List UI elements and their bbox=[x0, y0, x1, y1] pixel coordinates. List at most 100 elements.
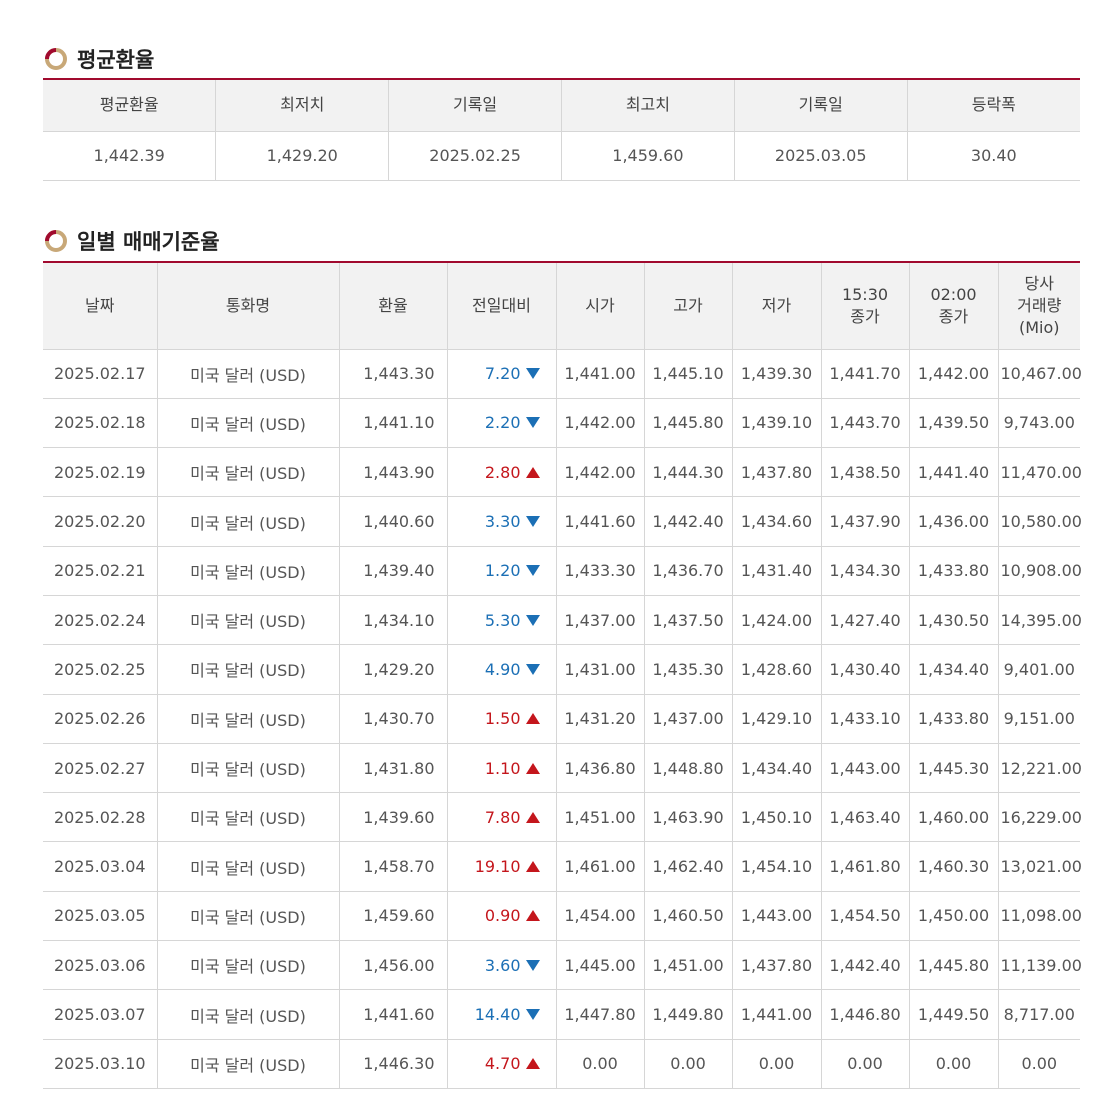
open-cell: 1,441.00 bbox=[556, 349, 645, 399]
table-row: 2025.02.20 미국 달러 (USD) 1,440.60 3.30 1,441.6… bbox=[43, 496, 1082, 547]
table-cell: 1,459.60 bbox=[561, 131, 735, 181]
table-cell: 2025.02.25 bbox=[388, 131, 562, 181]
high-cell: 1,437.00 bbox=[644, 694, 733, 744]
column-header: 저가 bbox=[732, 262, 822, 350]
close1530-cell: 1,454.50 bbox=[821, 891, 910, 942]
up-arrow-icon bbox=[525, 811, 540, 823]
volume-cell: 11,139.00 bbox=[998, 940, 1082, 991]
date-cell: 2025.02.18 bbox=[43, 398, 158, 449]
high-cell: 1,462.40 bbox=[644, 841, 733, 892]
high-cell: 1,442.40 bbox=[644, 496, 733, 547]
average-section-label: 평균환율 bbox=[77, 48, 155, 72]
change-cell: 3.60 bbox=[447, 940, 557, 991]
table-row: 2025.02.24 미국 달러 (USD) 1,434.10 5.30 1,437.0… bbox=[43, 595, 1082, 646]
close1530-cell: 1,442.40 bbox=[821, 940, 910, 991]
currency-cell: 미국 달러 (USD) bbox=[157, 989, 340, 1040]
column-header: 최고치 bbox=[561, 79, 735, 132]
down-arrow-icon bbox=[525, 959, 540, 971]
close0200-cell: 1,460.30 bbox=[909, 841, 999, 892]
change-value: 1.20 bbox=[484, 561, 521, 581]
low-cell: 1,443.00 bbox=[732, 891, 822, 942]
close1530-cell: 1,433.10 bbox=[821, 694, 910, 744]
close1530-cell: 1,446.80 bbox=[821, 989, 910, 1040]
change-value: 19.10 bbox=[474, 857, 521, 877]
currency-cell: 미국 달러 (USD) bbox=[157, 644, 340, 695]
high-cell: 0.00 bbox=[644, 1039, 733, 1089]
low-cell: 1,434.40 bbox=[732, 743, 822, 794]
close0200-cell: 1,430.50 bbox=[909, 595, 999, 646]
rate-cell: 1,434.10 bbox=[339, 595, 448, 646]
table-cell: 1,442.39 bbox=[43, 131, 217, 181]
rate-cell: 1,458.70 bbox=[339, 841, 448, 892]
open-cell: 1,436.80 bbox=[556, 743, 645, 794]
column-header: 시가 bbox=[556, 262, 645, 350]
rate-cell: 1,430.70 bbox=[339, 694, 448, 744]
high-cell: 1,444.30 bbox=[644, 447, 733, 498]
volume-cell: 14,395.00 bbox=[998, 595, 1082, 646]
open-cell: 1,447.80 bbox=[556, 989, 645, 1040]
currency-cell: 미국 달러 (USD) bbox=[157, 694, 340, 744]
high-cell: 1,449.80 bbox=[644, 989, 733, 1040]
currency-cell: 미국 달러 (USD) bbox=[157, 496, 340, 547]
rate-cell: 1,443.30 bbox=[339, 349, 448, 399]
down-arrow-icon bbox=[525, 1009, 540, 1020]
date-cell: 2025.02.28 bbox=[43, 792, 158, 843]
up-arrow-icon bbox=[525, 910, 540, 922]
close0200-cell: 1,445.80 bbox=[909, 940, 999, 991]
high-cell: 1,451.00 bbox=[644, 940, 733, 991]
column-header: 기록일 bbox=[734, 79, 908, 132]
change-value: 1.50 bbox=[484, 709, 521, 729]
change-value: 0.90 bbox=[484, 906, 521, 926]
up-arrow-icon bbox=[525, 762, 540, 774]
volume-cell: 10,908.00 bbox=[998, 546, 1082, 596]
currency-cell: 미국 달러 (USD) bbox=[157, 595, 340, 646]
close0200-cell: 1,449.50 bbox=[909, 989, 999, 1040]
date-cell: 2025.03.06 bbox=[43, 940, 158, 991]
date-cell: 2025.03.10 bbox=[43, 1039, 158, 1089]
rate-cell: 1,440.60 bbox=[339, 496, 448, 547]
close1530-cell: 1,427.40 bbox=[821, 595, 910, 646]
date-cell: 2025.02.24 bbox=[43, 595, 158, 646]
close1530-cell: 1,438.50 bbox=[821, 447, 910, 498]
change-cell: 7.80 bbox=[447, 792, 557, 843]
change-value: 7.80 bbox=[484, 807, 521, 827]
open-cell: 1,445.00 bbox=[556, 940, 645, 991]
volume-cell: 10,580.00 bbox=[998, 496, 1082, 547]
date-cell: 2025.02.27 bbox=[43, 743, 158, 794]
table-cell: 30.40 bbox=[907, 131, 1080, 181]
open-cell: 1,431.00 bbox=[556, 644, 645, 695]
column-header: 날짜 bbox=[43, 262, 158, 350]
rate-cell: 1,446.30 bbox=[339, 1039, 448, 1089]
high-cell: 1,460.50 bbox=[644, 891, 733, 942]
volume-cell: 8,717.00 bbox=[998, 989, 1080, 1040]
table-row: 2025.02.27 미국 달러 (USD) 1,431.80 1.10 1,436.8… bbox=[43, 743, 1082, 794]
date-cell: 2025.02.19 bbox=[43, 447, 158, 498]
average-rate-table: 평균환율 최저치 기록일 최고치 기록일 등락폭 1,442.39 1,429.20 2025… bbox=[43, 78, 1080, 181]
open-cell: 1,461.00 bbox=[556, 841, 645, 892]
table-row: 2025.02.17 미국 달러 (USD) 1,443.30 7.20 1,441.0… bbox=[43, 349, 1082, 399]
open-cell: 1,442.00 bbox=[556, 447, 645, 498]
low-cell: 1,439.10 bbox=[732, 398, 822, 449]
change-cell: 19.10 bbox=[447, 841, 557, 892]
table-row: 2025.03.05 미국 달러 (USD) 1,459.60 0.90 1,454.0… bbox=[43, 891, 1082, 942]
date-cell: 2025.03.05 bbox=[43, 891, 158, 942]
low-cell: 1,437.80 bbox=[732, 940, 822, 991]
low-cell: 1,450.10 bbox=[732, 792, 822, 843]
volume-cell: 9,151.00 bbox=[998, 694, 1080, 744]
change-value: 3.60 bbox=[484, 955, 521, 975]
volume-cell: 16,229.00 bbox=[998, 792, 1082, 843]
high-cell: 1,435.30 bbox=[644, 644, 733, 695]
change-cell: 2.20 bbox=[447, 398, 557, 449]
change-value: 5.30 bbox=[484, 610, 521, 630]
change-cell: 2.80 bbox=[447, 447, 557, 498]
high-cell: 1,448.80 bbox=[644, 743, 733, 794]
high-cell: 1,445.80 bbox=[644, 398, 733, 449]
daily-section-label: 일별 매매기준율 bbox=[77, 230, 220, 254]
low-cell: 0.00 bbox=[732, 1039, 822, 1089]
change-value: 4.90 bbox=[484, 659, 521, 679]
close0200-cell: 1,434.40 bbox=[909, 644, 999, 695]
currency-cell: 미국 달러 (USD) bbox=[157, 546, 340, 596]
close0200-cell: 1,433.80 bbox=[909, 694, 999, 744]
change-value: 1.10 bbox=[484, 758, 521, 778]
date-cell: 2025.03.07 bbox=[43, 989, 158, 1040]
